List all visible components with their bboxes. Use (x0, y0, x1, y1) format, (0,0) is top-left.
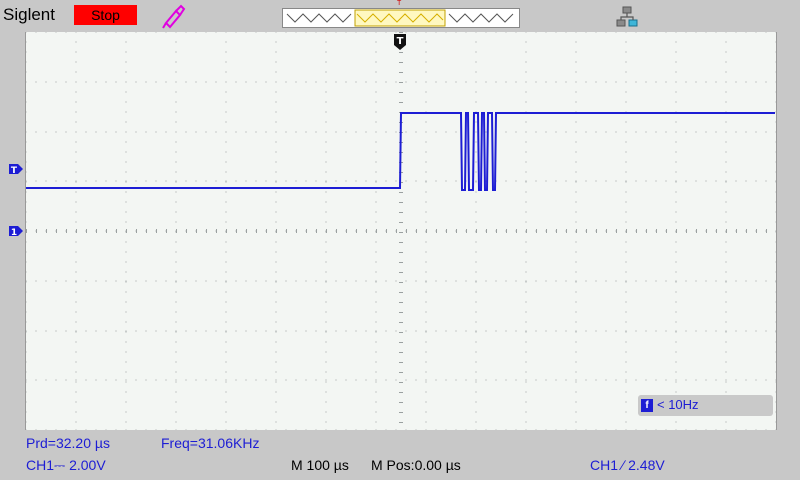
frequency-counter-value: < 10Hz (657, 397, 699, 412)
horizontal-position[interactable]: M Pos:0.00 µs (371, 457, 461, 473)
graticule (26, 32, 776, 430)
trigger-position-tag: T (397, 0, 402, 7)
frequency-counter-icon: f (641, 399, 653, 412)
trigger-setting[interactable]: CH1 ∕ 2.48V (590, 457, 665, 473)
frequency-measurement: Freq=31.06KHz (161, 435, 260, 451)
timebase[interactable]: M 100 µs (291, 457, 349, 473)
trigger-position-marker[interactable]: T (393, 33, 407, 51)
network-icon (616, 6, 638, 27)
memory-timeline[interactable] (282, 8, 520, 28)
brand-label: Siglent (3, 5, 55, 24)
ch1-ground-marker[interactable]: 1 (8, 225, 24, 237)
ch1-trigger-level-marker[interactable]: T (8, 163, 24, 175)
run-state-badge[interactable]: Stop (74, 5, 137, 25)
ground-marker-label: 1 (11, 228, 17, 237)
probe-icon[interactable] (160, 3, 186, 29)
frequency-counter: f < 10Hz (638, 395, 773, 416)
trigger-level-marker-label: T (11, 166, 18, 175)
period-measurement: Prd=32.20 µs (26, 435, 110, 451)
ch1-scale[interactable]: CH1⎓ 2.00V (26, 457, 106, 474)
waveform-display[interactable] (25, 32, 777, 430)
ch1-trace (26, 112, 775, 191)
top-bar: Siglent Stop T (0, 0, 800, 32)
trigger-marker-label: T (397, 36, 404, 47)
